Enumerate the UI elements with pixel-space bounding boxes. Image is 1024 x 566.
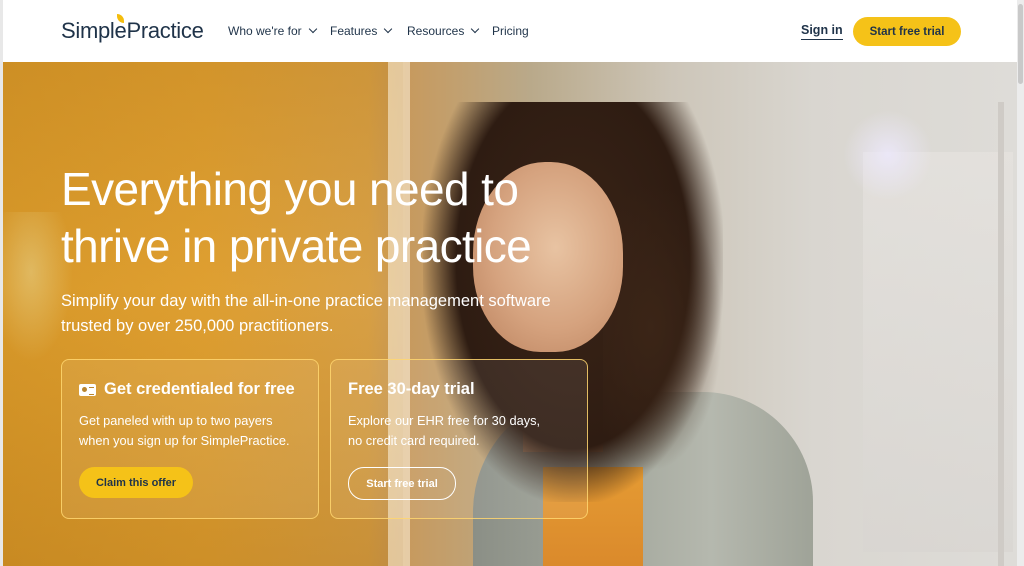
sign-in-link[interactable]: Sign in — [801, 23, 843, 40]
chevron-down-icon — [384, 24, 393, 34]
chevron-down-icon — [471, 24, 480, 34]
id-card-icon — [79, 383, 96, 396]
nav-who-were-for[interactable]: Who we're for — [228, 24, 317, 38]
card-description: Explore our EHR free for 30 days, no cre… — [348, 411, 578, 451]
nav-label: Features — [330, 24, 378, 38]
hero-subtitle-line: Simplify your day with the all-in-one pr… — [61, 292, 551, 310]
hero-background-wall — [863, 152, 1013, 552]
hero-background-door — [998, 102, 1004, 566]
top-navbar: SimplePractice Who we're for Features Re… — [3, 0, 1017, 62]
nav-label: Pricing — [492, 24, 529, 38]
card-description-line: no credit card required. — [348, 433, 480, 448]
hero-subtitle-line: trusted by over 250,000 practitioners. — [61, 317, 334, 335]
hero-title: Everything you need to thrive in private… — [61, 161, 621, 275]
hero-subtitle: Simplify your day with the all-in-one pr… — [61, 289, 621, 339]
hero-photo-hair-side — [603, 182, 723, 472]
scrollbar-thumb[interactable] — [1018, 4, 1023, 84]
card-title: Free 30-day trial — [348, 380, 475, 399]
card-description-line: Get paneled with up to two payers — [79, 413, 273, 428]
nav-label: Who we're for — [228, 24, 302, 38]
nav-label: Resources — [407, 24, 465, 38]
free-trial-card: Free 30-day trial Explore our EHR free f… — [330, 359, 588, 519]
card-start-free-trial-button[interactable]: Start free trial — [348, 467, 456, 500]
card-description-line: when you sign up for SimplePractice. — [79, 433, 290, 448]
claim-offer-button[interactable]: Claim this offer — [79, 467, 193, 498]
scrollbar[interactable] — [1017, 0, 1024, 566]
simplepractice-logo[interactable]: SimplePractice — [61, 18, 204, 44]
hero-background-light — [843, 110, 933, 200]
card-description: Get paneled with up to two payers when y… — [79, 411, 309, 451]
hero-title-line: thrive in private practice — [61, 220, 532, 272]
start-free-trial-button[interactable]: Start free trial — [853, 17, 961, 46]
hero-title-line: Everything you need to — [61, 163, 519, 215]
hero-section: Everything you need to thrive in private… — [3, 62, 1017, 566]
card-title-text: Free 30-day trial — [348, 380, 475, 398]
card-title: Get credentialed for free — [79, 380, 295, 399]
nav-resources[interactable]: Resources — [407, 24, 480, 38]
credentialing-offer-card: Get credentialed for free Get paneled wi… — [61, 359, 319, 519]
card-description-line: Explore our EHR free for 30 days, — [348, 413, 541, 428]
chevron-down-icon — [308, 24, 317, 34]
nav-pricing[interactable]: Pricing — [492, 24, 529, 38]
nav-features[interactable]: Features — [330, 24, 393, 38]
card-title-text: Get credentialed for free — [104, 380, 295, 398]
